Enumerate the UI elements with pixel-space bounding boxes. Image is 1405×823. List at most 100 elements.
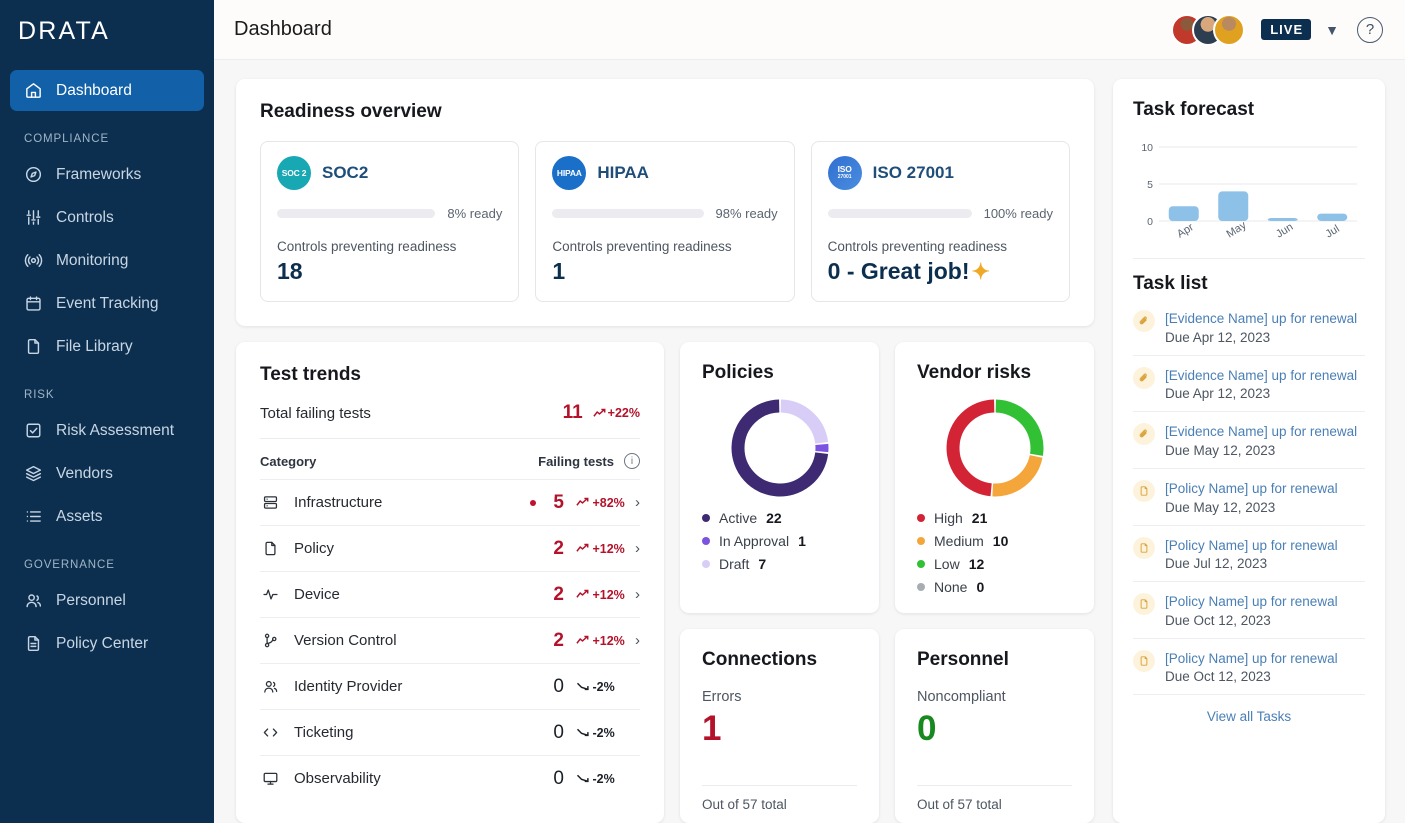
connections-card: Connections Errors 1 Out of 57 total bbox=[680, 629, 879, 823]
legend-label: High bbox=[934, 510, 963, 526]
legend-label: Medium bbox=[934, 533, 984, 549]
sidebar-item-vendors[interactable]: Vendors bbox=[10, 453, 204, 494]
legend-color-dot bbox=[917, 514, 925, 522]
sidebar-item-controls[interactable]: Controls bbox=[10, 197, 204, 238]
legend-color-dot bbox=[917, 537, 925, 545]
sidebar-item-dashboard[interactable]: Dashboard bbox=[10, 70, 204, 111]
table-row[interactable]: Identity Provider 0 -2% bbox=[260, 663, 640, 709]
task-due-date: Due Jul 12, 2023 bbox=[1165, 556, 1268, 572]
sidebar-item-assets[interactable]: Assets bbox=[10, 496, 204, 537]
compass-icon bbox=[24, 165, 43, 184]
server-icon bbox=[260, 494, 280, 511]
framework-card-iso-27001[interactable]: ISO 27001 ISO 27001 100% ready Controls prev… bbox=[810, 141, 1070, 302]
bar bbox=[1267, 218, 1298, 221]
sidebar-item-personnel[interactable]: Personnel bbox=[10, 580, 204, 621]
sidebar-item-label: Dashboard bbox=[56, 81, 132, 99]
help-icon[interactable]: ? bbox=[1357, 16, 1383, 43]
topbar-right: LIVE ▼ ? bbox=[1171, 13, 1383, 46]
task-link[interactable]: [Evidence Name] up for renewal bbox=[1165, 368, 1357, 383]
task-link[interactable]: [Policy Name] up for renewal bbox=[1165, 651, 1338, 666]
task-link[interactable]: [Policy Name] up for renewal bbox=[1165, 594, 1338, 609]
list-item[interactable]: [Policy Name] up for renewal Due Oct 12, … bbox=[1133, 637, 1365, 695]
category-name: Policy bbox=[294, 540, 335, 557]
readiness-progress: 98% ready bbox=[552, 206, 778, 221]
table-row[interactable]: Version Control 2 +12% › bbox=[260, 617, 640, 663]
trend-delta: +82% bbox=[564, 496, 626, 510]
view-all-tasks-link[interactable]: View all Tasks bbox=[1133, 694, 1365, 740]
readiness-percent: 100% ready bbox=[983, 206, 1053, 221]
connections-footer: Out of 57 total bbox=[702, 785, 857, 823]
chevron-right-icon[interactable]: › bbox=[626, 632, 640, 649]
table-row[interactable]: Infrastructure 5 +82% › bbox=[260, 479, 640, 525]
list-item[interactable]: [Evidence Name] up for renewal Due Apr 12… bbox=[1133, 354, 1365, 412]
file-icon bbox=[260, 540, 280, 557]
task-due-date: Due Oct 12, 2023 bbox=[1165, 612, 1271, 628]
legend-color-dot bbox=[702, 514, 710, 522]
category-name: Identity Provider bbox=[294, 678, 403, 695]
task-link[interactable]: [Policy Name] up for renewal bbox=[1165, 538, 1338, 553]
framework-card-hipaa[interactable]: HIPAA HIPAA 98% ready Controls preventing r… bbox=[535, 141, 795, 302]
list-item[interactable]: [Evidence Name] up for renewal Due May 12… bbox=[1133, 411, 1365, 468]
list-item[interactable]: [Evidence Name] up for renewal Due Apr 12… bbox=[1133, 299, 1365, 355]
framework-header: SOC 2 SOC2 bbox=[277, 156, 502, 190]
legend-label: Active bbox=[719, 510, 758, 526]
code-icon bbox=[260, 724, 280, 741]
policy-icon bbox=[1133, 536, 1155, 559]
col-category: Category bbox=[260, 453, 317, 469]
stat-row: Connections Errors 1 Out of 57 total Per… bbox=[680, 629, 1094, 823]
legend-label: In Approval bbox=[719, 533, 790, 549]
list-item[interactable]: [Policy Name] up for renewal Due Jul 12, … bbox=[1133, 524, 1365, 582]
table-row[interactable]: Policy 2 +12% › bbox=[260, 525, 640, 571]
y-tick-label: 5 bbox=[1147, 179, 1153, 191]
list-item[interactable]: [Policy Name] up for renewal Due Oct 12, … bbox=[1133, 581, 1365, 638]
sliders-icon bbox=[24, 208, 43, 227]
trend-up-icon bbox=[576, 497, 589, 506]
total-failing-value: 11 bbox=[562, 402, 583, 423]
chevron-right-icon[interactable]: › bbox=[626, 494, 640, 511]
sidebar-item-risk-assessment[interactable]: Risk Assessment bbox=[10, 410, 204, 451]
task-link[interactable]: [Evidence Name] up for renewal bbox=[1165, 424, 1357, 439]
controls-preventing-value: 1 bbox=[552, 258, 566, 284]
sidebar-item-frameworks[interactable]: Frameworks bbox=[10, 154, 204, 195]
legend-label: Draft bbox=[719, 556, 750, 572]
table-row[interactable]: Device 2 +12% › bbox=[260, 571, 640, 617]
connections-label: Errors bbox=[702, 689, 742, 705]
vendor-risks-title: Vendor risks bbox=[917, 362, 1032, 383]
sidebar-item-file-library[interactable]: File Library bbox=[10, 326, 204, 367]
legend-value: 1 bbox=[798, 533, 806, 549]
trend-delta: -2% bbox=[564, 680, 626, 694]
sidebar-item-event-tracking[interactable]: Event Tracking bbox=[10, 283, 204, 324]
avatar bbox=[1213, 13, 1246, 46]
x-tick-label: Apr bbox=[1175, 221, 1196, 240]
sidebar-item-label: Event Tracking bbox=[56, 294, 159, 312]
sidebar-item-monitoring[interactable]: Monitoring bbox=[10, 240, 204, 281]
personnel-footer: Out of 57 total bbox=[917, 785, 1072, 823]
task-list: [Evidence Name] up for renewal Due Apr 12… bbox=[1133, 299, 1365, 694]
framework-card-soc2[interactable]: SOC 2 SOC2 8% ready Controls preventing rea… bbox=[260, 141, 520, 302]
policy-icon bbox=[1133, 649, 1155, 672]
avatar-group[interactable] bbox=[1171, 13, 1246, 46]
category-name: Device bbox=[294, 586, 340, 603]
chevron-right-icon[interactable]: › bbox=[626, 540, 640, 557]
task-link[interactable]: [Policy Name] up for renewal bbox=[1165, 481, 1338, 496]
sidebar-section-compliance: COMPLIANCE bbox=[24, 133, 110, 145]
app-root: DRATA Dashboard COMPLIANCE Frameworks Contr… bbox=[0, 0, 1405, 823]
vendor-risks-legend-item: High 21 bbox=[917, 510, 1072, 526]
sidebar-item-policy-center[interactable]: Policy Center bbox=[10, 623, 204, 664]
list-item[interactable]: [Policy Name] up for renewal Due May 12, … bbox=[1133, 467, 1365, 525]
category-name: Ticketing bbox=[294, 724, 354, 741]
failing-count: 0 bbox=[553, 675, 564, 697]
connections-value: 1 bbox=[702, 709, 722, 748]
chevron-right-icon[interactable]: › bbox=[626, 586, 640, 603]
info-icon[interactable]: i bbox=[624, 453, 640, 469]
policies-donut bbox=[702, 390, 857, 510]
chevron-down-icon[interactable]: ▼ bbox=[1323, 22, 1341, 38]
controls-preventing-value: 0 - Great job! ✦ bbox=[827, 258, 990, 284]
branch-icon bbox=[260, 632, 280, 649]
task-link[interactable]: [Evidence Name] up for renewal bbox=[1165, 311, 1357, 326]
table-row[interactable]: Ticketing 0 -2% bbox=[260, 709, 640, 755]
table-row[interactable]: Observability 0 -2% bbox=[260, 755, 640, 801]
controls-preventing-label: Controls preventing readiness bbox=[552, 239, 732, 254]
app-logo[interactable]: DRATA bbox=[10, 0, 204, 62]
sidebar-section-risk: RISK bbox=[24, 389, 55, 401]
